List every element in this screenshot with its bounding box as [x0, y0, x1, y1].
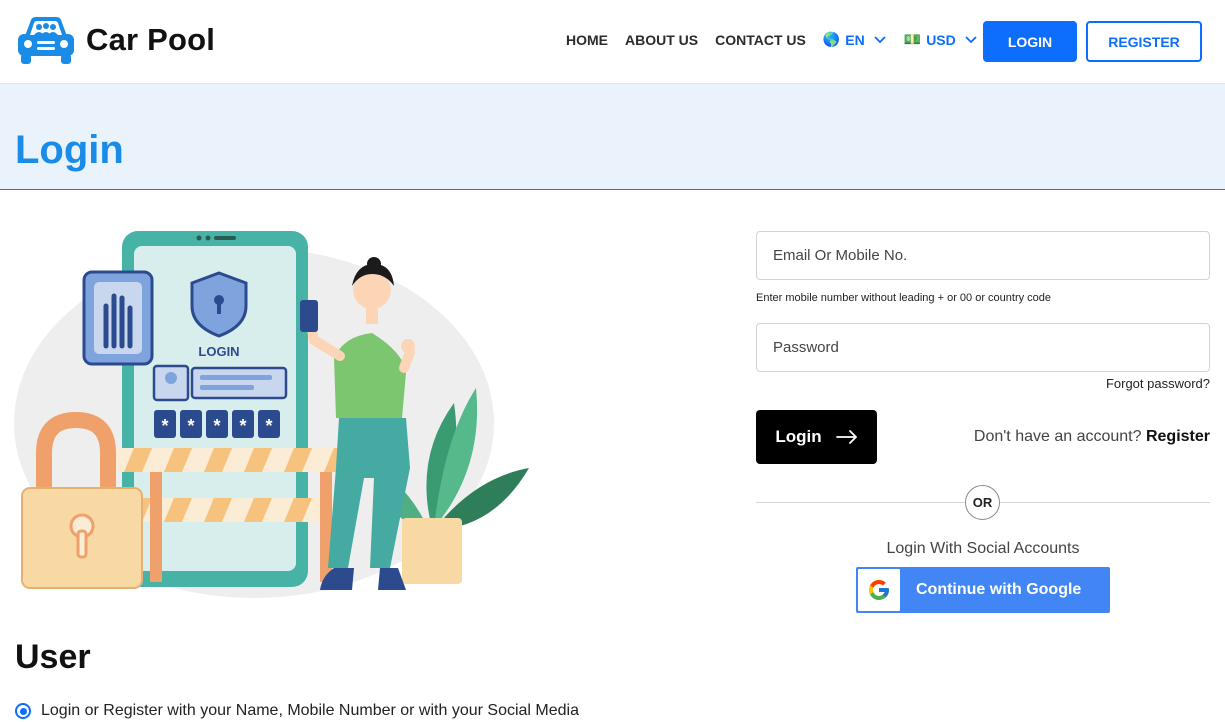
- header-register-button[interactable]: REGISTER: [1086, 21, 1202, 62]
- email-hint: Enter mobile number without leading + or…: [756, 292, 1052, 304]
- login-button-label: Login: [775, 427, 822, 446]
- language-dropdown[interactable]: 🌎 EN: [823, 31, 886, 48]
- or-badge: OR: [965, 485, 1000, 520]
- google-icon: [858, 569, 900, 611]
- globe-icon: 🌎: [822, 31, 841, 47]
- email-field[interactable]: [756, 231, 1210, 280]
- chevron-down-icon: [874, 35, 886, 43]
- page-banner: Login: [0, 84, 1225, 190]
- user-section-title: User: [15, 638, 91, 676]
- site-header: Car Pool HOME ABOUT US CONTACT US 🌎 EN 💵…: [0, 0, 1225, 84]
- main-nav: HOME ABOUT US CONTACT US 🌎 EN 💵 USD: [566, 31, 995, 48]
- svg-text:LOGIN: LOGIN: [198, 344, 239, 359]
- chevron-down-icon: [965, 35, 977, 43]
- nav-contact-us[interactable]: CONTACT US: [715, 32, 806, 48]
- arrow-right-icon: [835, 430, 857, 444]
- brand[interactable]: Car Pool: [15, 14, 215, 66]
- header-login-button[interactable]: LOGIN: [983, 21, 1077, 62]
- login-submit-button[interactable]: Login: [756, 410, 877, 464]
- social-login-title: Login With Social Accounts: [886, 540, 1080, 557]
- svg-text:*: *: [265, 416, 272, 436]
- svg-text:*: *: [187, 416, 194, 436]
- page-title: Login: [15, 128, 124, 172]
- google-button-label: Continue with Google: [916, 581, 1082, 598]
- google-login-button[interactable]: Continue with Google: [856, 567, 1110, 613]
- nav-home[interactable]: HOME: [566, 32, 608, 48]
- language-label: EN: [845, 31, 865, 48]
- register-prompt: Don't have an account? Register: [974, 428, 1210, 446]
- svg-text:*: *: [239, 416, 246, 436]
- password-field[interactable]: [756, 323, 1210, 372]
- nav-about-us[interactable]: ABOUT US: [625, 32, 698, 48]
- user-item-text: Login or Register with your Name, Mobile…: [41, 702, 579, 719]
- login-illustration: LOGIN * * * * *: [14, 231, 529, 598]
- money-icon: 💵: [903, 31, 922, 47]
- currency-label: USD: [926, 31, 956, 48]
- bullet-icon: [15, 703, 31, 719]
- svg-text:*: *: [161, 416, 168, 436]
- currency-dropdown[interactable]: 💵 USD: [904, 31, 977, 48]
- svg-text:*: *: [213, 416, 220, 436]
- register-link[interactable]: Register: [1146, 428, 1210, 445]
- list-item: Login or Register with your Name, Mobile…: [15, 702, 579, 720]
- brand-name: Car Pool: [86, 22, 216, 57]
- forgot-password-link[interactable]: Forgot password?: [1106, 376, 1210, 391]
- car-icon: [18, 17, 74, 64]
- register-prompt-text: Don't have an account?: [973, 428, 1142, 445]
